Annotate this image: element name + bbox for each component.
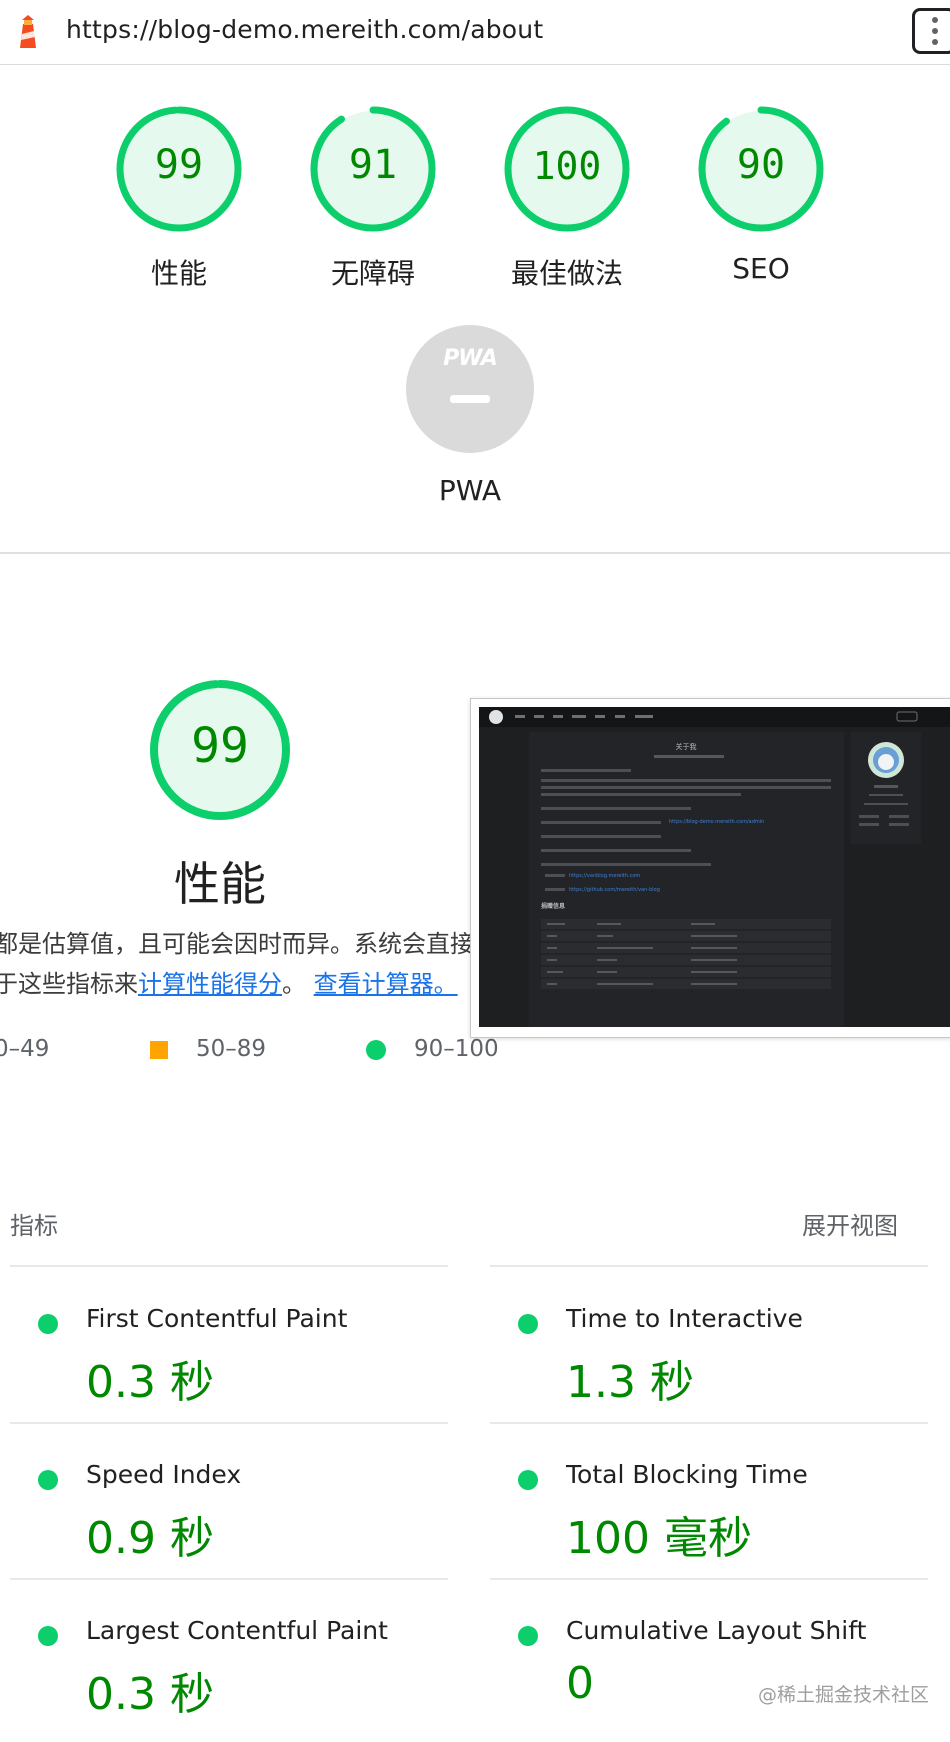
gauge-seo[interactable]: 90 SEO	[696, 104, 826, 285]
metric-name: Cumulative Layout Shift	[566, 1616, 867, 1645]
performance-description: 都是估算值，且可能会因时而异。系统会直接基 于这些指标来计算性能得分。 查看计算…	[0, 924, 479, 1004]
calculate-score-link[interactable]: 计算性能得分	[138, 970, 282, 998]
gauge-performance[interactable]: 99 性能	[114, 104, 244, 290]
description-line: 都是估算值，且可能会因时而异。系统会直接基	[0, 930, 479, 958]
metric-first-contentful-paint: First Contentful Paint 0.3 秒	[10, 1280, 450, 1430]
section-divider	[0, 552, 950, 554]
gauge-score: 99	[154, 142, 204, 188]
expand-view-toggle[interactable]: 展开视图	[802, 1206, 898, 1241]
pwa-badge-text: PWA	[443, 346, 498, 371]
metric-speed-index: Speed Index 0.9 秒	[10, 1436, 450, 1586]
metric-name: First Contentful Paint	[86, 1304, 348, 1333]
average-square-icon	[150, 1041, 168, 1059]
gauge-best-practices[interactable]: 100 最佳做法	[502, 104, 632, 290]
thumb-link: https://blog-demo.mereith.com/admin	[669, 819, 764, 825]
browser-url-bar[interactable]: https://blog-demo.mereith.com/about	[0, 0, 950, 65]
screenshot-content: 关于我 https://blog-demo.mereith.com/admin …	[479, 707, 950, 1027]
metric-name: Time to Interactive	[566, 1304, 803, 1333]
gauge-pwa[interactable]: PWA	[405, 324, 535, 454]
gauge-label: 最佳做法	[510, 257, 623, 290]
thumb-link: https://github.com/mereith/van-blog	[569, 887, 660, 893]
metrics-divider	[490, 1265, 928, 1267]
metric-value: 0.9 秒	[86, 1513, 214, 1564]
view-calculator-link[interactable]: 查看计算器。	[314, 970, 458, 998]
performance-score: 99	[191, 718, 249, 774]
thumb-heading: 捐赠信息	[541, 902, 565, 910]
lighthouse-icon	[20, 15, 36, 48]
thumb-title: 关于我	[676, 742, 697, 751]
menu-dot-icon	[932, 17, 938, 23]
metric-name: Speed Index	[86, 1460, 242, 1489]
metric-total-blocking-time: Total Blocking Time 100 毫秒	[490, 1436, 930, 1586]
description-prefix: 于这些指标来	[0, 970, 138, 998]
menu-dot-icon	[932, 39, 938, 45]
metric-name: Largest Contentful Paint	[86, 1616, 388, 1645]
more-menu-button[interactable]	[912, 8, 950, 54]
watermark: @稀土掘金技术社区	[758, 1684, 930, 1706]
pass-circle-icon	[38, 1626, 58, 1646]
menu-dot-icon	[932, 28, 938, 34]
screenshot-image: 关于我 https://blog-demo.mereith.com/admin …	[479, 707, 950, 1027]
gauge-performance-large: 99	[148, 678, 292, 822]
final-screenshot[interactable]: 关于我 https://blog-demo.mereith.com/admin …	[470, 698, 950, 1038]
gauge-score: 100	[532, 144, 602, 188]
description-separator: 。	[282, 970, 306, 998]
legend-range-average: 50–89	[196, 1036, 267, 1062]
metric-value: 0	[566, 1658, 594, 1709]
gauge-label: 无障碍	[330, 257, 415, 290]
gauge-label: SEO	[732, 252, 790, 285]
metrics-divider	[10, 1265, 448, 1267]
pass-circle-icon	[518, 1470, 538, 1490]
pass-circle-icon	[518, 1626, 538, 1646]
pass-circle-icon	[38, 1314, 58, 1334]
metric-value: 0.3 秒	[86, 1357, 214, 1408]
pass-circle-icon	[38, 1470, 58, 1490]
metric-time-to-interactive: Time to Interactive 1.3 秒	[490, 1280, 930, 1430]
thumb-link: https://vanblog.mereith.com	[569, 873, 640, 879]
legend-range-fail: 0–49	[0, 1036, 50, 1062]
pwa-label: PWA	[438, 474, 502, 507]
metric-largest-contentful-paint: Largest Contentful Paint 0.3 秒	[10, 1592, 450, 1742]
metric-value: 0.3 秒	[86, 1669, 214, 1720]
url-text[interactable]: https://blog-demo.mereith.com/about	[66, 15, 543, 44]
pass-circle-icon	[518, 1314, 538, 1334]
gauge-score: 91	[348, 142, 398, 188]
metric-name: Total Blocking Time	[566, 1460, 808, 1489]
gauge-score: 90	[736, 142, 786, 188]
performance-title: 性能	[174, 857, 266, 911]
gauge-accessibility[interactable]: 91 无障碍	[308, 104, 438, 290]
metric-value: 1.3 秒	[566, 1357, 694, 1408]
pass-circle-icon	[366, 1040, 386, 1060]
metric-cumulative-layout-shift: Cumulative Layout Shift 0	[490, 1592, 930, 1742]
metric-value: 100 毫秒	[566, 1513, 752, 1564]
gauge-label: 性能	[150, 257, 207, 290]
metrics-heading: 指标	[10, 1212, 58, 1240]
pwa-dash-icon	[450, 395, 490, 403]
pwa-badge-icon	[406, 325, 534, 453]
description-line: 于这些指标来计算性能得分。 查看计算器。	[0, 964, 479, 1004]
legend-range-pass: 90–100	[414, 1036, 499, 1062]
